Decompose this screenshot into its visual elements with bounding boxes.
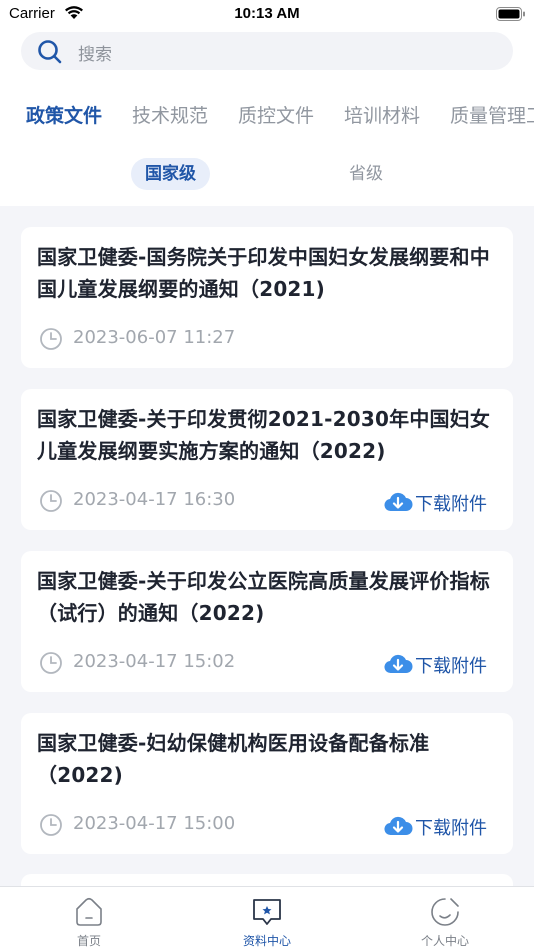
bottom-navigation: 首页 资料中心 个人中心 [0, 886, 534, 950]
download-label: 下载附件 [415, 656, 487, 677]
search-icon [38, 40, 62, 64]
document-card[interactable]: 国家卫健委-国务院关于印发中国妇女发展纲要和中国儿童发展纲要的通知（2021) … [21, 227, 513, 368]
document-card[interactable]: 国家卫健委-妇幼保健机构医用设备配备标准（2022) 2023-04-17 15… [21, 713, 513, 854]
tab-quality-management[interactable]: 质量管理工 [450, 101, 534, 128]
document-center-icon [253, 899, 281, 925]
subtab-provincial[interactable]: 省级 [335, 158, 397, 190]
document-title: 国家卫健委-妇幼保健机构医用设备配备标准（2022) [37, 731, 430, 787]
tab-policy-documents[interactable]: 政策文件 [26, 101, 102, 128]
download-label: 下载附件 [415, 818, 487, 839]
level-tabs: 国家级 省级 [0, 158, 534, 194]
document-title: 国家卫健委-关于印发公立医院高质量发展评价指标（试行）的通知（2022) [37, 569, 490, 625]
cloud-download-icon [384, 492, 413, 512]
tab-training-materials[interactable]: 培训材料 [344, 101, 420, 128]
cloud-download-icon [384, 654, 413, 674]
document-title: 国家卫健委-国务院关于印发中国妇女发展纲要和中国儿童发展纲要的通知（2021) [37, 245, 490, 301]
subtab-national[interactable]: 国家级 [131, 158, 210, 190]
clock-icon [40, 652, 62, 674]
nav-profile-label: 个人中心 [420, 934, 469, 948]
document-time: 2023-04-17 15:02 [73, 651, 236, 672]
cloud-download-icon [384, 816, 413, 836]
nav-document-center[interactable]: 资料中心 [178, 887, 356, 950]
nav-profile[interactable]: 个人中心 [356, 887, 534, 950]
status-bar: Carrier 10:13 AM [0, 0, 534, 28]
document-time: 2023-06-07 11:27 [73, 327, 236, 348]
header-area: Carrier 10:13 AM 搜索 政策文件 技术规范 质控文件 培训材料 … [0, 0, 534, 206]
nav-document-center-label: 资料中心 [242, 934, 291, 948]
document-time: 2023-04-17 16:30 [73, 489, 236, 510]
document-card[interactable]: 国家卫健委-关于印发贯彻2021-2030年中国妇女儿童发展纲要实施方案的通知（… [21, 389, 513, 530]
status-time: 10:13 AM [234, 5, 300, 22]
tab-technical-standards[interactable]: 技术规范 [132, 101, 208, 128]
tab-quality-control-documents[interactable]: 质控文件 [238, 101, 314, 128]
home-icon [76, 897, 102, 926]
clock-icon [40, 490, 62, 512]
nav-home-label: 首页 [76, 934, 101, 948]
clock-icon [40, 814, 62, 836]
document-title: 国家卫健委-关于印发贯彻2021-2030年中国妇女儿童发展纲要实施方案的通知（… [37, 407, 491, 463]
document-time: 2023-04-17 15:00 [73, 813, 236, 834]
category-tabs: 政策文件 技术规范 质控文件 培训材料 质量管理工 [0, 98, 534, 132]
battery-icon [496, 7, 525, 21]
nav-home[interactable]: 首页 [0, 887, 178, 950]
profile-icon [431, 898, 459, 926]
search-placeholder: 搜索 [78, 45, 112, 65]
search-input[interactable]: 搜索 [21, 32, 513, 70]
document-card[interactable]: 国家卫健委-关于印发公立医院高质量发展评价指标（试行）的通知（2022) 202… [21, 551, 513, 692]
clock-icon [40, 328, 62, 350]
download-label: 下载附件 [415, 494, 487, 515]
